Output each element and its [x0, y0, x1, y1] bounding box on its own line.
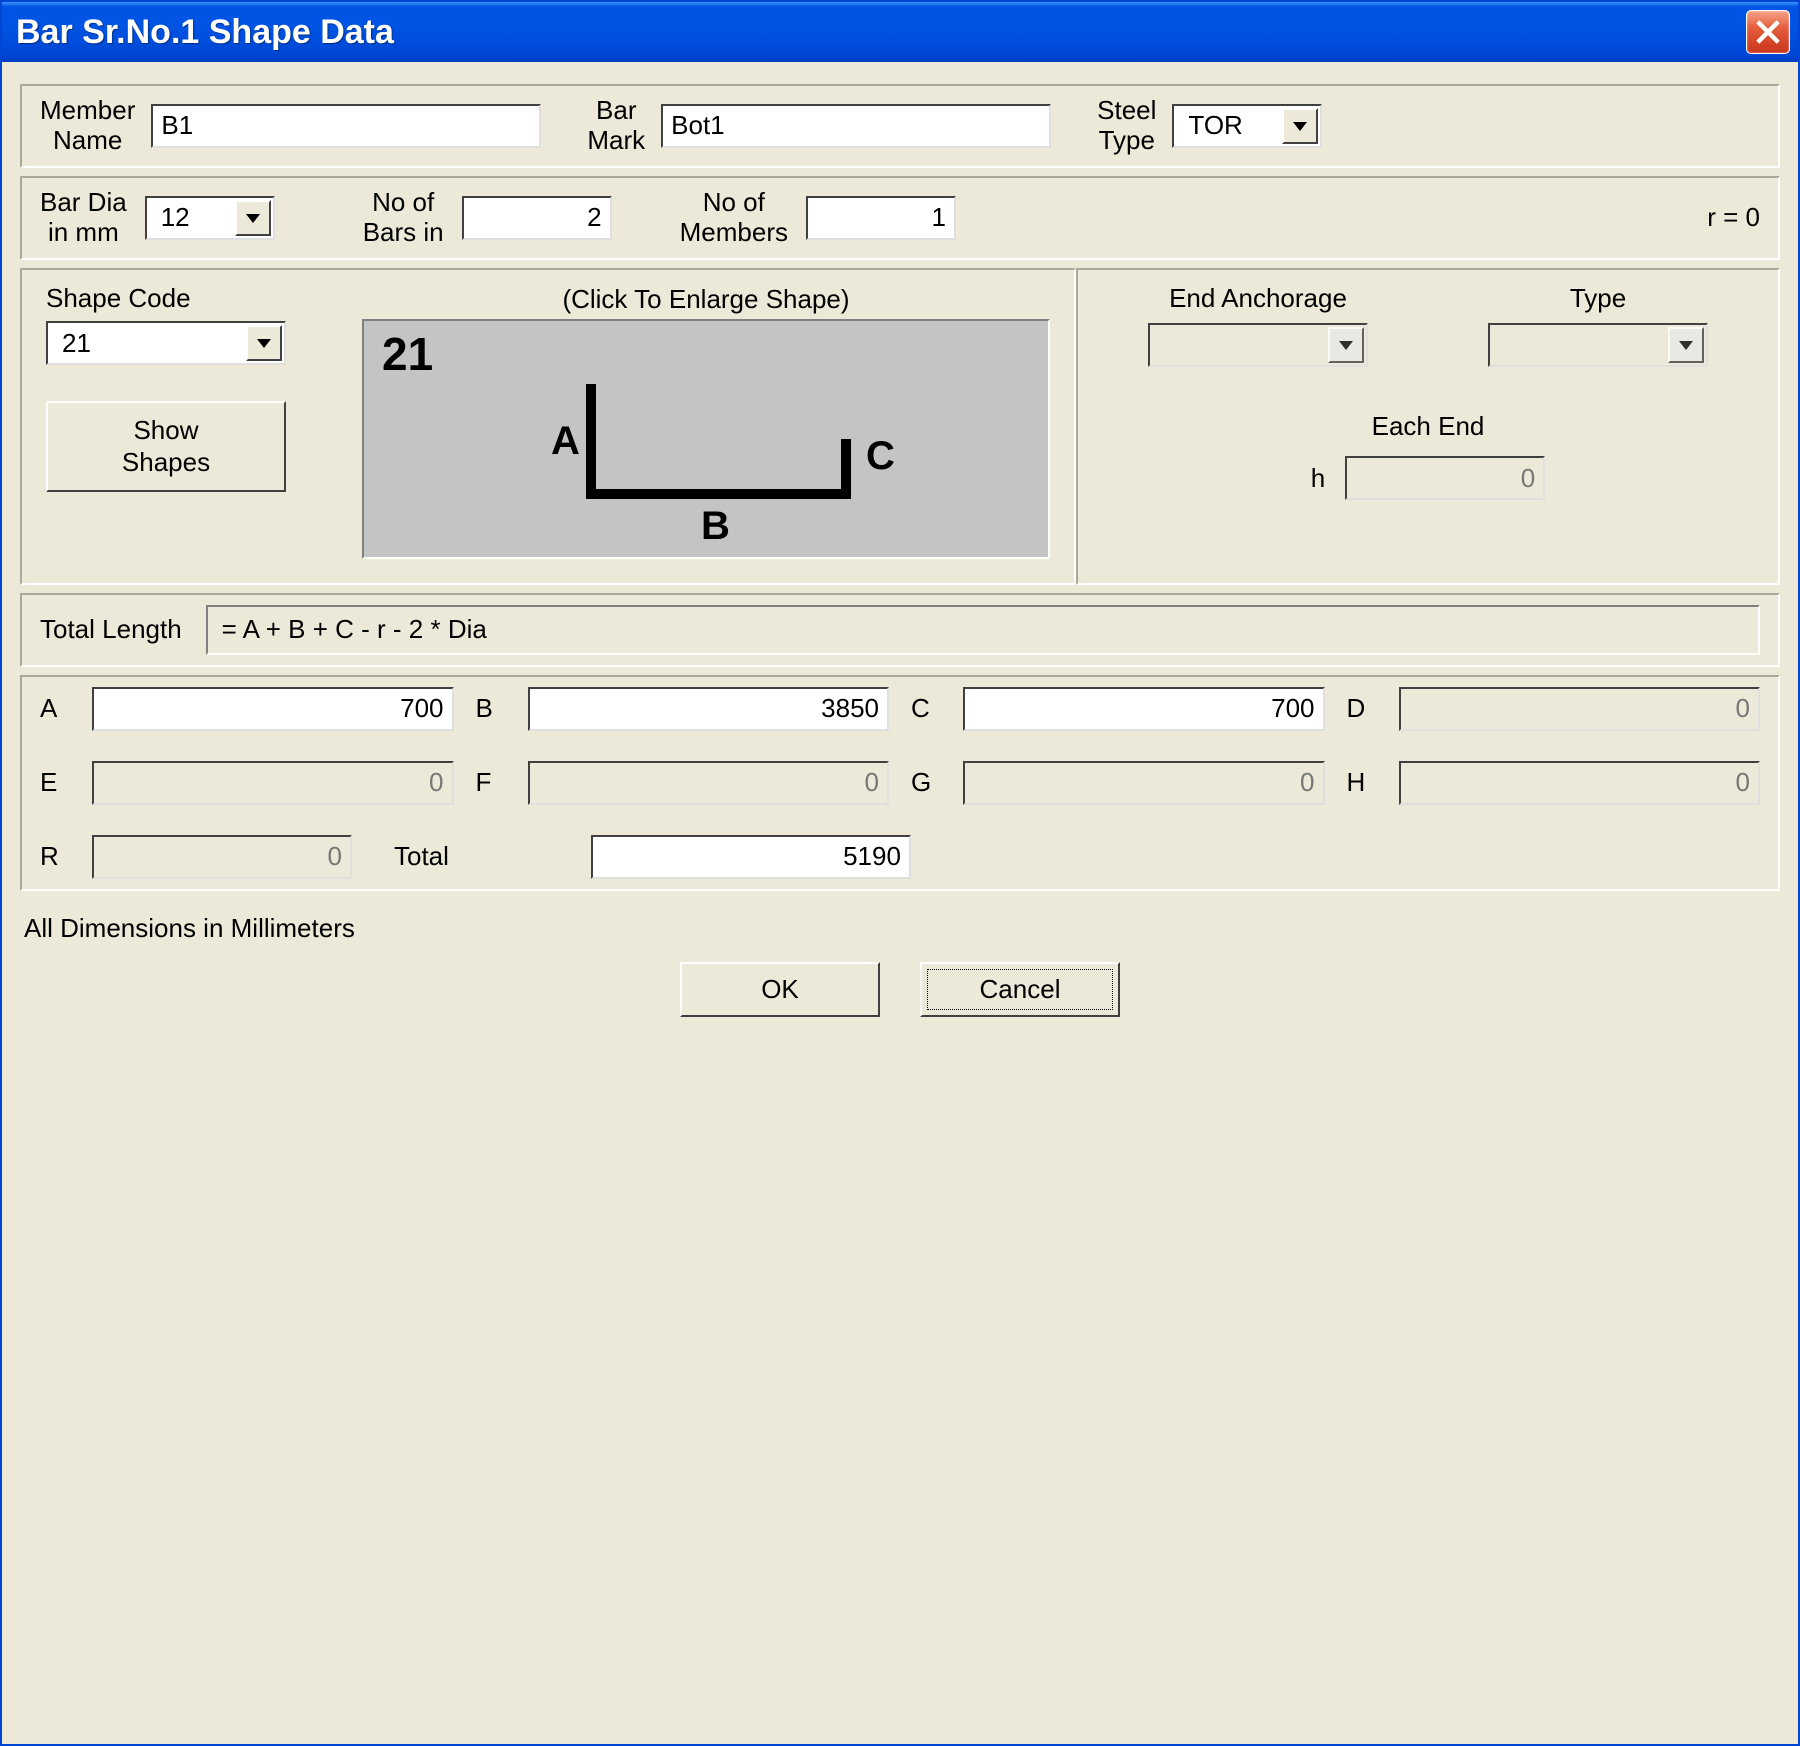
no-of-bars-label: No of Bars in: [363, 188, 444, 248]
seg-c-label: C: [866, 434, 895, 478]
total-value[interactable]: [591, 835, 911, 879]
dim-r-label: R: [40, 842, 70, 872]
dim-f-label: F: [476, 768, 506, 798]
dim-b-input[interactable]: [528, 687, 890, 731]
shape-anchorage-row: Shape Code 21 Show Shapes (Click To Enla…: [20, 268, 1780, 585]
dim-a-label: A: [40, 694, 70, 724]
dim-a-input[interactable]: [92, 687, 454, 731]
chevron-down-icon: [1668, 327, 1704, 363]
bar-dia-label: Bar Dia in mm: [40, 188, 127, 248]
no-of-bars-input[interactable]: [462, 196, 612, 240]
bar-props-panel: Bar Dia in mm 12 No of Bars in No of Mem…: [20, 176, 1780, 260]
shape-code-select[interactable]: 21: [46, 321, 286, 365]
no-of-members-label: No of Members: [680, 188, 788, 248]
end-anchorage-select: [1148, 323, 1368, 367]
dim-h-label: H: [1347, 768, 1377, 798]
no-of-members-input[interactable]: [806, 196, 956, 240]
dimensions-panel: A B C D E F G H R Total: [20, 675, 1780, 891]
units-note: All Dimensions in Millimeters: [24, 913, 1776, 944]
cancel-button[interactable]: Cancel: [920, 962, 1120, 1017]
chevron-down-icon: [235, 200, 271, 236]
dim-e-input: [92, 761, 454, 805]
member-name-label: Member Name: [40, 96, 135, 156]
shape-code-value: 21: [56, 328, 240, 359]
chevron-down-icon: [246, 325, 282, 361]
h-value: [1345, 456, 1545, 500]
shape-code-label: Shape Code: [46, 284, 326, 314]
dim-c-label: C: [911, 694, 941, 724]
steel-type-label: Steel Type: [1097, 96, 1156, 156]
seg-a-label: A: [551, 419, 580, 463]
titlebar: Bar Sr.No.1 Shape Data: [2, 2, 1798, 62]
dialog-buttons: OK Cancel: [20, 962, 1780, 1017]
window-title: Bar Sr.No.1 Shape Data: [16, 13, 1746, 52]
dim-e-label: E: [40, 768, 70, 798]
end-anchorage-label: End Anchorage: [1169, 284, 1347, 314]
anchorage-type-label: Type: [1570, 284, 1626, 314]
dim-b-label: B: [476, 694, 506, 724]
total-length-panel: Total Length = A + B + C - r - 2 * Dia: [20, 593, 1780, 667]
seg-b-label: B: [701, 504, 730, 548]
r-eq-zero: r = 0: [1707, 203, 1760, 233]
steel-type-select[interactable]: TOR: [1172, 104, 1322, 148]
shape-preview-caption: (Click To Enlarge Shape): [362, 284, 1050, 315]
close-icon: [1755, 19, 1781, 45]
h-label: h: [1311, 464, 1325, 494]
total-length-formula: = A + B + C - r - 2 * Dia: [206, 605, 1760, 655]
identity-panel: Member Name Bar Mark Steel Type TOR: [20, 84, 1780, 168]
dim-d-input: [1399, 687, 1761, 731]
member-name-input[interactable]: [151, 104, 541, 148]
dim-c-input[interactable]: [963, 687, 1325, 731]
dim-r-input: [92, 835, 352, 879]
client-area: Member Name Bar Mark Steel Type TOR Bar …: [2, 62, 1798, 1744]
shape-preview[interactable]: 21 A B C: [362, 319, 1050, 559]
total-length-label: Total Length: [40, 615, 182, 645]
formula-text: = A + B + C - r - 2 * Dia: [222, 614, 487, 645]
anchorage-type-select: [1488, 323, 1708, 367]
bar-dia-select[interactable]: 12: [145, 196, 275, 240]
steel-type-value: TOR: [1182, 110, 1276, 141]
dim-g-label: G: [911, 768, 941, 798]
bar-mark-label: Bar Mark: [587, 96, 645, 156]
show-shapes-button[interactable]: Show Shapes: [46, 401, 286, 491]
anchorage-panel: End Anchorage Type Each End h: [1076, 268, 1780, 585]
dim-f-input: [528, 761, 890, 805]
shape-preview-code: 21: [382, 327, 433, 381]
close-button[interactable]: [1746, 10, 1790, 54]
ok-button[interactable]: OK: [680, 962, 880, 1017]
dim-d-label: D: [1347, 694, 1377, 724]
dialog-window: Bar Sr.No.1 Shape Data Member Name Bar M…: [0, 0, 1800, 1746]
shape-panel: Shape Code 21 Show Shapes (Click To Enla…: [20, 268, 1076, 585]
bar-dia-value: 12: [155, 202, 229, 233]
total-label: Total: [394, 842, 449, 872]
dim-g-input: [963, 761, 1325, 805]
dim-h-input: [1399, 761, 1761, 805]
chevron-down-icon: [1328, 327, 1364, 363]
chevron-down-icon: [1282, 108, 1318, 144]
each-end-label: Each End: [1102, 411, 1754, 442]
bar-mark-input[interactable]: [661, 104, 1051, 148]
